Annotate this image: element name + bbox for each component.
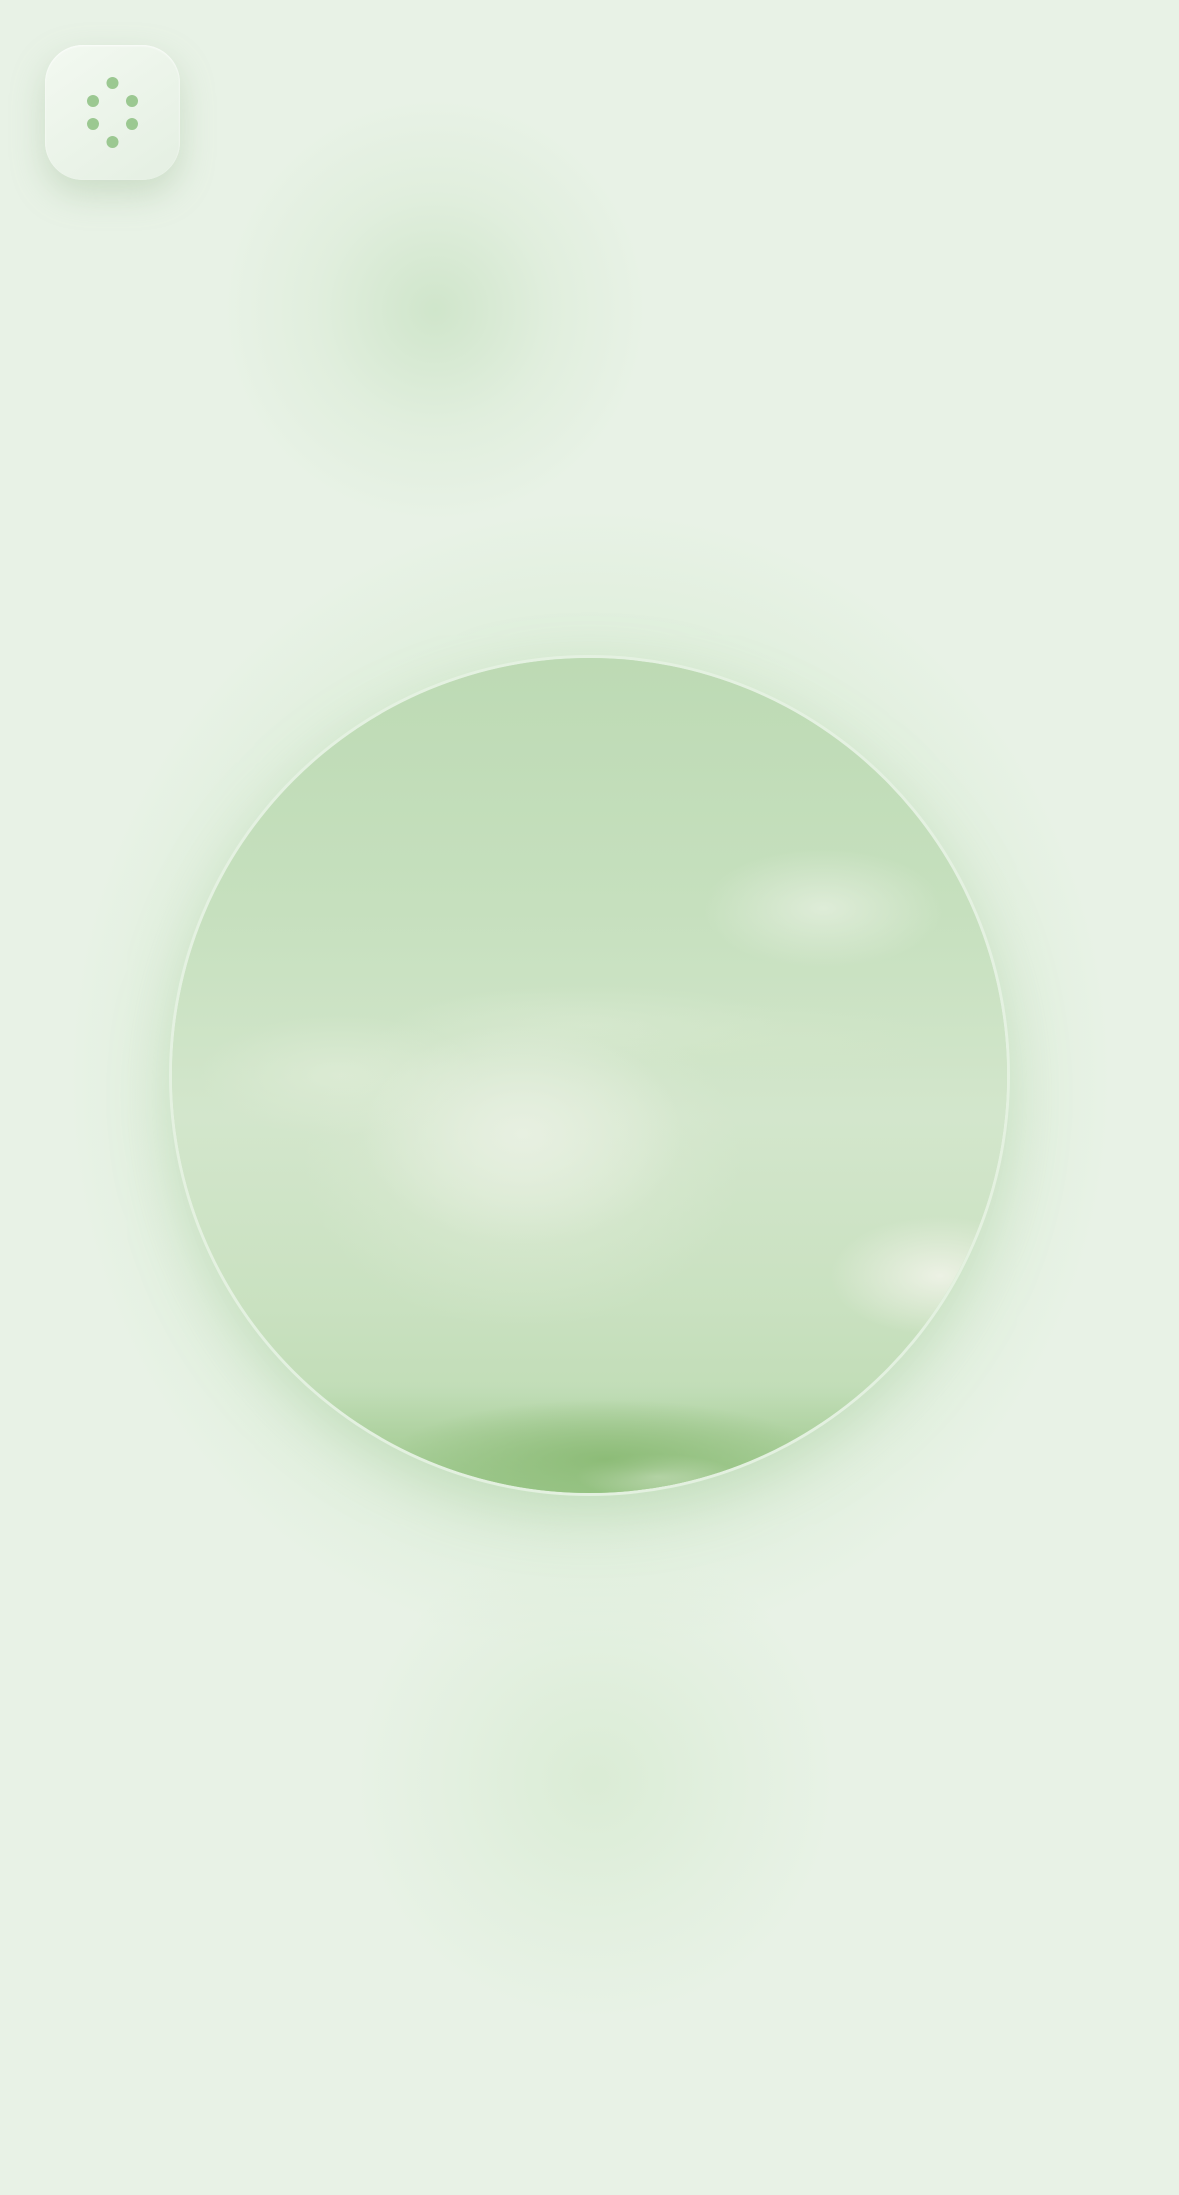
hero-image-foreground bbox=[172, 658, 1007, 1493]
menu-button[interactable] bbox=[45, 45, 180, 180]
dots-ring-icon bbox=[87, 77, 138, 148]
top-decorative-glow bbox=[225, 100, 645, 520]
hero-circular-image bbox=[172, 658, 1007, 1493]
app-screen bbox=[0, 0, 1179, 2195]
bottom-decorative-glow bbox=[355, 1540, 835, 2020]
